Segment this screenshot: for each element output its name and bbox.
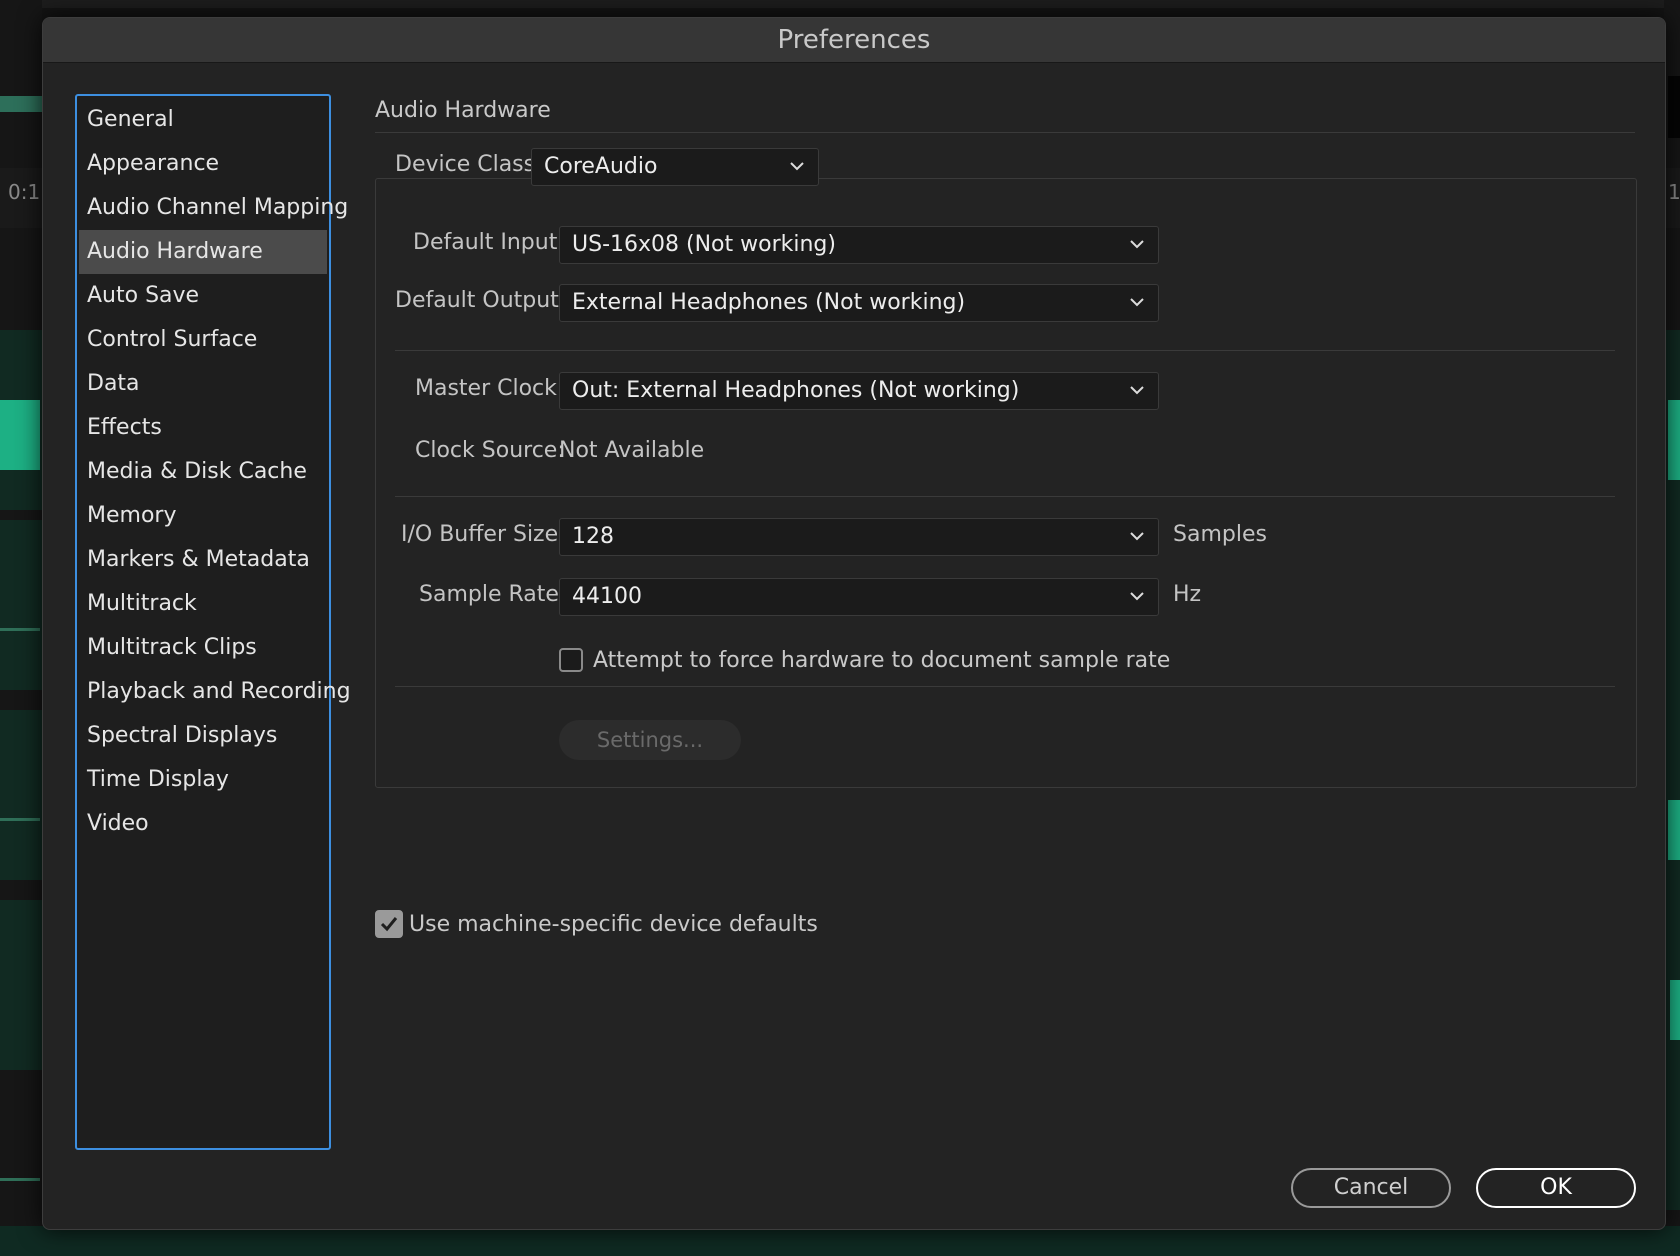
- buffer-size-label: I/O Buffer Size:: [401, 522, 566, 547]
- waveform: [1668, 400, 1680, 480]
- waveform-centerline: [0, 628, 40, 631]
- sidebar-item-audio-hardware[interactable]: Audio Hardware: [79, 230, 327, 274]
- master-clock-dropdown[interactable]: Out: External Headphones (Not working): [559, 372, 1159, 410]
- machine-defaults-checkbox[interactable]: [375, 910, 403, 938]
- waveform-track: [0, 710, 42, 880]
- buffer-size-dropdown[interactable]: 128: [559, 518, 1159, 556]
- waveform-track: [0, 520, 42, 690]
- chevron-down-icon: [1130, 386, 1144, 395]
- sample-rate-label: Sample Rate:: [419, 582, 567, 607]
- device-settings-group: [375, 178, 1637, 788]
- section-title: Audio Hardware: [375, 98, 551, 123]
- sidebar-item-multitrack[interactable]: Multitrack: [77, 582, 329, 626]
- sidebar-item-playback-recording[interactable]: Playback and Recording: [77, 670, 351, 714]
- chevron-down-icon: [1130, 298, 1144, 307]
- default-output-value: External Headphones (Not working): [572, 290, 966, 315]
- sidebar-item-spectral-displays[interactable]: Spectral Displays: [77, 714, 329, 758]
- waveform: [1670, 980, 1680, 1040]
- timecode-left: 0:1: [8, 180, 41, 204]
- sidebar-item-markers-metadata[interactable]: Markers & Metadata: [77, 538, 329, 582]
- cancel-button[interactable]: Cancel: [1291, 1168, 1451, 1208]
- sample-rate-unit: Hz: [1173, 582, 1202, 607]
- clock-source-label: Clock Source:: [415, 438, 565, 463]
- device-class-label: Device Class:: [395, 152, 543, 177]
- sidebar-item-general[interactable]: General: [77, 98, 329, 142]
- chevron-down-icon: [1130, 532, 1144, 541]
- divider: [395, 496, 1615, 497]
- divider: [395, 350, 1615, 351]
- clock-source-value: Not Available: [559, 438, 705, 463]
- timecode-right: 1: [1668, 180, 1680, 204]
- waveform-track: [0, 900, 42, 1070]
- sidebar-item-control-surface[interactable]: Control Surface: [77, 318, 329, 362]
- preferences-category-list[interactable]: General Appearance Audio Channel Mapping…: [75, 94, 351, 1150]
- sidebar-item-auto-save[interactable]: Auto Save: [77, 274, 329, 318]
- sidebar-item-multitrack-clips[interactable]: Multitrack Clips: [77, 626, 329, 670]
- device-class-value: CoreAudio: [544, 154, 658, 179]
- app-toolbar: [0, 0, 1680, 8]
- master-clock-value: Out: External Headphones (Not working): [572, 378, 1020, 403]
- machine-defaults-label: Use machine-specific device defaults: [409, 912, 818, 937]
- default-input-value: US-16x08 (Not working): [572, 232, 836, 257]
- divider: [395, 686, 1615, 687]
- force-sample-rate-checkbox[interactable]: [559, 648, 583, 672]
- sample-rate-dropdown[interactable]: 44100: [559, 578, 1159, 616]
- section-divider: [375, 132, 1635, 133]
- waveform-centerline: [0, 818, 40, 821]
- force-sample-rate-label: Attempt to force hardware to document sa…: [593, 648, 1171, 673]
- sidebar-item-data[interactable]: Data: [77, 362, 329, 406]
- track-header-bar: [0, 96, 42, 112]
- default-input-dropdown[interactable]: US-16x08 (Not working): [559, 226, 1159, 264]
- right-panel-edge: [1668, 76, 1680, 138]
- default-output-dropdown[interactable]: External Headphones (Not working): [559, 284, 1159, 322]
- waveform-centerline: [0, 1178, 40, 1181]
- buffer-size-value: 128: [572, 524, 614, 549]
- waveform: [1668, 800, 1680, 860]
- master-clock-label: Master Clock:: [415, 376, 565, 401]
- device-class-dropdown[interactable]: CoreAudio: [531, 148, 819, 186]
- ok-button[interactable]: OK: [1476, 1168, 1636, 1208]
- sidebar-item-effects[interactable]: Effects: [77, 406, 329, 450]
- sidebar-item-video[interactable]: Video: [77, 802, 329, 846]
- sidebar-item-audio-channel-mapping[interactable]: Audio Channel Mapping: [77, 186, 348, 230]
- chevron-down-icon: [1130, 240, 1144, 249]
- sidebar-item-appearance[interactable]: Appearance: [77, 142, 329, 186]
- preferences-dialog: Preferences General Appearance Audio Cha…: [42, 17, 1666, 1230]
- sidebar-item-media-disk-cache[interactable]: Media & Disk Cache: [77, 450, 329, 494]
- buffer-size-unit: Samples: [1173, 522, 1267, 547]
- default-output-label: Default Output:: [395, 288, 567, 313]
- waveform: [0, 400, 40, 470]
- chevron-down-icon: [790, 162, 804, 171]
- default-input-label: Default Input:: [413, 230, 565, 255]
- chevron-down-icon: [1130, 592, 1144, 601]
- dialog-title: Preferences: [43, 18, 1665, 63]
- settings-button[interactable]: Settings...: [559, 720, 741, 760]
- sidebar-item-time-display[interactable]: Time Display: [77, 758, 329, 802]
- sidebar-item-memory[interactable]: Memory: [77, 494, 329, 538]
- bottom-waveform-strip: [0, 1226, 1680, 1256]
- checkmark-icon: [380, 917, 398, 932]
- sample-rate-value: 44100: [572, 584, 642, 609]
